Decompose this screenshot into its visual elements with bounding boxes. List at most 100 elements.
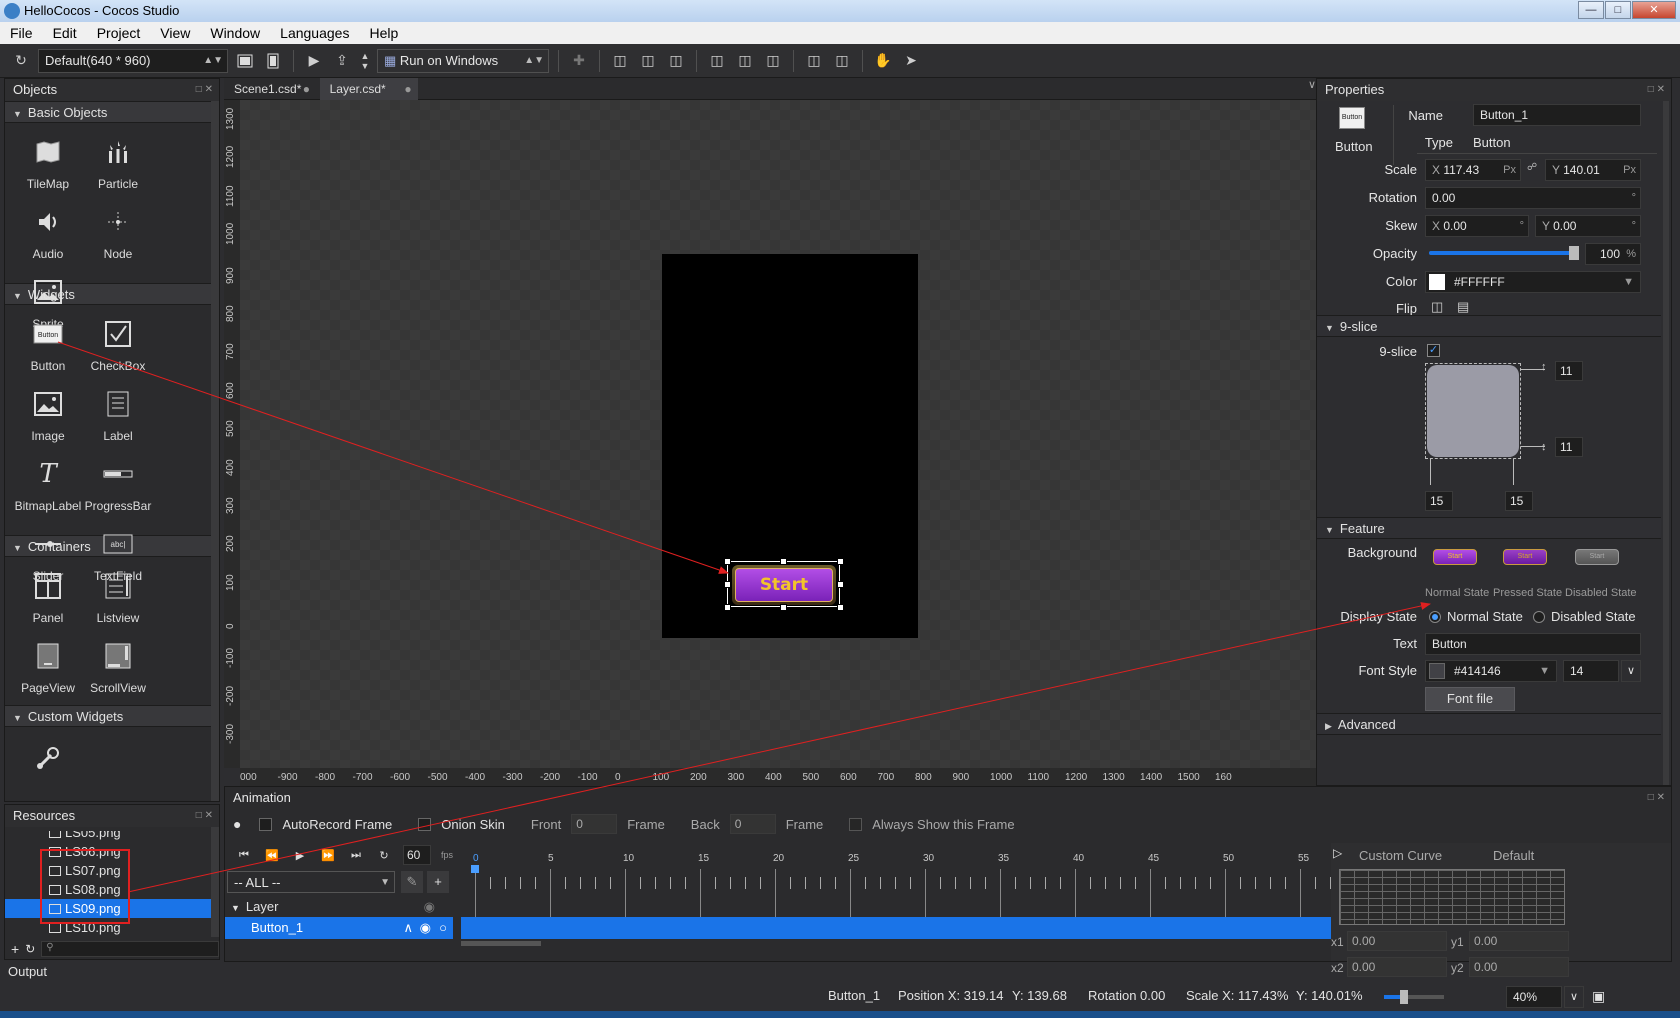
eye-icon[interactable]: ◉ — [420, 917, 431, 939]
resize-handle[interactable] — [723, 557, 731, 565]
chevron-updown-icon[interactable]: ▲ ▼ — [359, 50, 371, 72]
opacity-slider-thumb[interactable] — [1569, 246, 1579, 260]
add-layer-icon[interactable]: + — [427, 871, 449, 893]
object-audio[interactable]: Audio — [13, 197, 83, 267]
rotate-device-icon[interactable]: ↻ — [10, 50, 32, 72]
nine-slice-checkbox[interactable]: ✓ — [1427, 344, 1440, 357]
last-frame-icon[interactable]: ⏭ — [347, 846, 365, 864]
zoom-slider-track[interactable] — [1384, 995, 1444, 999]
resize-handle[interactable] — [780, 603, 787, 611]
prev-frame-icon[interactable]: ⏪ — [263, 846, 281, 864]
lock-icon[interactable]: ○ — [439, 917, 447, 939]
fps-input[interactable]: 60 — [403, 845, 431, 865]
opacity-input[interactable]: 100% — [1585, 243, 1641, 265]
playhead[interactable] — [471, 865, 479, 873]
section-feature[interactable]: ▼ Feature — [1317, 517, 1661, 539]
resource-search-input[interactable]: ⚲ — [41, 941, 219, 957]
section-basic-objects[interactable]: ▼ Basic Objects — [5, 101, 219, 123]
distribute-h-icon[interactable]: ◫ — [803, 50, 825, 72]
panel-controls[interactable]: □ ✕ — [196, 805, 213, 827]
close-button[interactable]: ✕ — [1632, 1, 1676, 19]
timeline-area[interactable]: 0 5 10 15 20 25 30 35 40 45 50 55 — [461, 843, 1331, 939]
play-icon[interactable]: ▶ — [303, 50, 325, 72]
slice-top-input[interactable]: 11 — [1555, 361, 1583, 381]
loop-icon[interactable]: ↻ — [375, 846, 393, 864]
section-advanced[interactable]: ▶ Advanced — [1317, 713, 1661, 735]
timeline-hscroll[interactable] — [461, 941, 541, 946]
resources-scrollbar[interactable] — [211, 827, 219, 937]
skew-x-input[interactable]: X 0.00 ° — [1425, 215, 1529, 237]
timeline-node-row[interactable]: Button_1 ∧ ◉ ○ — [225, 917, 453, 939]
x2-input[interactable]: 0.00 — [1347, 957, 1447, 977]
section-widgets[interactable]: ▼ Widgets — [5, 283, 219, 305]
timeline-layer-row[interactable]: ▼ Layer ◉ — [225, 897, 453, 917]
object-node[interactable]: Node — [83, 197, 153, 267]
fit-screen-icon[interactable]: ▣ — [1592, 988, 1605, 1005]
resize-handle[interactable] — [836, 603, 844, 611]
skew-y-input[interactable]: Y 0.00 ° — [1535, 215, 1641, 237]
onion-skin-checkbox[interactable] — [418, 817, 432, 831]
eye-icon[interactable]: ◉ — [424, 897, 435, 917]
menu-edit[interactable]: Edit — [43, 25, 87, 41]
play-icon[interactable]: ▶ — [291, 846, 309, 864]
tab-close-icon[interactable]: ● — [303, 78, 310, 100]
lock-ratio-icon[interactable]: ☍ — [1527, 162, 1537, 173]
menu-project[interactable]: Project — [87, 25, 151, 41]
edit-pencil-icon[interactable]: ✎ — [401, 871, 423, 893]
object-progressbar[interactable]: ProgressBar — [83, 449, 153, 519]
font-size-input[interactable]: 14 — [1563, 660, 1619, 682]
move-icon[interactable]: ✚ — [568, 50, 590, 72]
properties-scrollbar[interactable] — [1663, 101, 1669, 785]
panel-controls[interactable]: □ ✕ — [196, 79, 213, 101]
x1-input[interactable]: 0.00 — [1347, 931, 1447, 951]
scale-y-input[interactable]: Y 140.01 Px — [1545, 159, 1641, 181]
pointer-tool-icon[interactable]: ➤ — [900, 50, 922, 72]
align-center-h-icon[interactable]: ◫ — [637, 50, 659, 72]
resize-handle[interactable] — [836, 557, 844, 565]
section-custom-widgets[interactable]: ▼ Custom Widgets — [5, 705, 219, 727]
publish-icon[interactable]: ⇪ — [331, 50, 353, 72]
resize-handle[interactable] — [780, 557, 787, 565]
front-input[interactable]: 0 — [571, 814, 618, 834]
distribute-v-icon[interactable]: ◫ — [831, 50, 853, 72]
align-left-icon[interactable]: ◫ — [609, 50, 631, 72]
menu-view[interactable]: View — [150, 25, 200, 41]
object-custom-add[interactable] — [13, 731, 83, 781]
opacity-slider-track[interactable] — [1429, 251, 1575, 255]
objects-scrollbar[interactable] — [211, 101, 219, 801]
align-right-icon[interactable]: ◫ — [665, 50, 687, 72]
object-particle[interactable]: Particle — [83, 127, 153, 197]
display-state-radio-normal[interactable]: Normal State — [1429, 609, 1523, 624]
panel-controls[interactable]: □ ✕ — [1648, 787, 1665, 809]
object-scrollview[interactable]: ScrollView — [83, 631, 153, 701]
nine-slice-preview[interactable] — [1425, 363, 1521, 459]
back-input[interactable]: 0 — [729, 814, 776, 834]
chevron-down-icon[interactable]: ∨ — [1308, 78, 1316, 91]
maximize-button[interactable]: □ — [1605, 1, 1631, 19]
always-show-checkbox[interactable] — [849, 817, 863, 831]
section-9-slice[interactable]: ▼ 9-slice — [1317, 315, 1661, 337]
menu-help[interactable]: Help — [359, 25, 408, 41]
object-bitmaplabel[interactable]: T BitmapLabel — [13, 449, 83, 519]
zoom-input[interactable]: 40% — [1506, 986, 1562, 1008]
flip-vertical-icon[interactable]: ▤ — [1457, 299, 1469, 315]
name-input[interactable]: Button_1 — [1473, 104, 1641, 126]
resolution-select[interactable]: Default(640 * 960) ▲▼ — [38, 48, 228, 73]
resize-handle[interactable] — [723, 603, 731, 611]
menu-window[interactable]: Window — [200, 25, 270, 41]
curve-grid[interactable] — [1339, 869, 1565, 925]
object-image[interactable]: Image — [13, 379, 83, 449]
custom-curve-label[interactable]: Custom Curve — [1359, 848, 1442, 863]
panel-controls[interactable]: □ ✕ — [1648, 79, 1665, 101]
chevron-up-icon[interactable]: ∧ — [403, 917, 413, 939]
add-icon[interactable]: + — [11, 941, 19, 957]
resize-handle[interactable] — [836, 580, 844, 588]
display-state-radio-disabled[interactable]: Disabled State — [1533, 609, 1636, 624]
font-color-select[interactable]: #414146 ▼ — [1425, 660, 1557, 682]
align-top-icon[interactable]: ◫ — [706, 50, 728, 72]
output-panel-title[interactable]: Output — [8, 964, 47, 979]
rotation-input[interactable]: 0.00 ° — [1425, 187, 1641, 209]
align-bottom-icon[interactable]: ◫ — [762, 50, 784, 72]
y2-input[interactable]: 0.00 — [1469, 957, 1569, 977]
layer-filter-select[interactable]: -- ALL -- ▼ — [227, 871, 395, 893]
